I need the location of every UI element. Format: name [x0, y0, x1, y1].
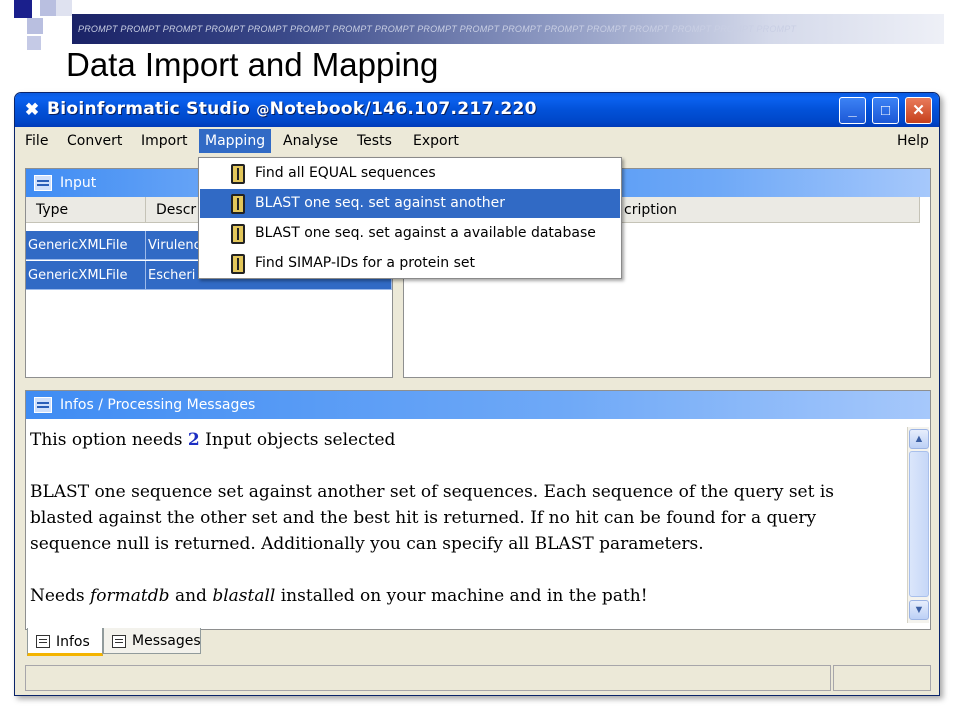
logo-square-light	[27, 18, 43, 34]
minimize-button[interactable]: _	[839, 97, 866, 124]
menu-item-label: Find SIMAP-IDs for a protein set	[255, 255, 475, 271]
infos-text-area[interactable]: This option needs 2 Input objects select…	[30, 427, 896, 623]
info-text: and	[174, 586, 207, 606]
menu-item-label: BLAST one seq. set against a available d…	[255, 225, 596, 241]
menu-export[interactable]: Export	[407, 129, 465, 153]
message-icon	[112, 635, 126, 648]
column-header-description[interactable]: cription	[614, 197, 920, 223]
titlebar[interactable]: ✖ Bioinformatic Studio @Notebook/146.107…	[15, 93, 939, 127]
app-name: Bioinformatic Studio	[47, 99, 251, 119]
info-text: This option needs	[30, 430, 183, 450]
slide-banner-text: PROMPT PROMPT PROMPT PROMPT PROMPT PROMP…	[78, 24, 797, 34]
tab-infos[interactable]: Infos	[27, 628, 103, 656]
tool-name: blastall	[212, 586, 276, 606]
menu-item-find-simap-ids[interactable]: Find SIMAP-IDs for a protein set	[200, 249, 620, 278]
slide-title: Data Import and Mapping	[66, 46, 439, 83]
tab-label: Infos	[56, 634, 90, 650]
tab-messages[interactable]: Messages	[103, 628, 201, 654]
info-text: Input objects selected	[205, 430, 396, 450]
menu-item-blast-against-database[interactable]: BLAST one seq. set against a available d…	[200, 219, 620, 248]
window-title: Bioinformatic Studio @Notebook/146.107.2…	[47, 99, 537, 119]
menu-import[interactable]: Import	[135, 129, 193, 153]
menu-item-label: BLAST one seq. set against another	[255, 195, 506, 211]
scroll-down-button[interactable]: ▼	[909, 600, 929, 620]
menu-item-blast-against-another[interactable]: BLAST one seq. set against another	[200, 189, 620, 218]
menu-file[interactable]: File	[19, 129, 54, 153]
vertical-scrollbar[interactable]: ▲ ▼	[907, 427, 929, 623]
list-icon	[36, 635, 50, 648]
mapping-menu-dropdown: Find all EQUAL sequences BLAST one seq. …	[198, 157, 622, 279]
blast-database-icon	[231, 224, 245, 244]
tab-label: Messages	[132, 633, 201, 649]
infos-panel-title: Infos / Processing Messages	[60, 397, 256, 413]
equal-sequences-icon	[231, 164, 245, 184]
menu-convert[interactable]: Convert	[61, 129, 128, 153]
input-panel-title: Input	[60, 175, 97, 191]
logo-square-mid	[56, 0, 72, 16]
simap-icon	[231, 254, 245, 274]
scroll-up-button[interactable]: ▲	[909, 429, 929, 449]
at-symbol: @	[256, 103, 270, 118]
infos-panel: Infos / Processing Messages This option …	[25, 390, 931, 630]
cell-type: GenericXMLFile	[26, 261, 146, 290]
logo-square-mid	[27, 36, 41, 50]
blast-icon	[231, 194, 245, 214]
info-line-dependencies: Needs formatdb and blastall installed on…	[30, 583, 896, 609]
cell-type: GenericXMLFile	[26, 231, 146, 260]
required-count: 2	[187, 430, 200, 450]
menu-help[interactable]: Help	[891, 129, 935, 153]
menu-item-find-equal-sequences[interactable]: Find all EQUAL sequences	[200, 159, 620, 188]
status-field-main	[25, 665, 831, 691]
tool-name: formatdb	[90, 586, 170, 606]
logo-square-light	[40, 0, 56, 16]
menu-item-label: Find all EQUAL sequences	[255, 165, 436, 181]
infos-panel-header: Infos / Processing Messages	[26, 391, 930, 419]
notebook-location: Notebook/146.107.217.220	[269, 99, 537, 119]
menubar: File Convert Import Mapping Analyse Test…	[15, 127, 939, 155]
info-text: Needs	[30, 586, 85, 606]
document-icon	[34, 397, 52, 413]
maximize-button[interactable]: □	[872, 97, 899, 124]
info-description: BLAST one sequence set against another s…	[30, 482, 835, 554]
menu-tests[interactable]: Tests	[351, 129, 398, 153]
status-bar	[25, 665, 931, 691]
info-line-requirement: This option needs 2 Input objects select…	[30, 427, 896, 453]
table-icon	[34, 175, 52, 191]
tools-icon: ✖	[24, 100, 40, 119]
column-header-type[interactable]: Type	[26, 197, 146, 223]
menu-mapping[interactable]: Mapping	[199, 129, 272, 153]
logo-square-dark	[14, 0, 32, 18]
info-text: installed on your machine and in the pat…	[280, 586, 648, 606]
scroll-thumb[interactable]	[909, 451, 929, 597]
menu-analyse[interactable]: Analyse	[277, 129, 344, 153]
close-button[interactable]: ✕	[905, 97, 932, 124]
status-field-secondary	[833, 665, 931, 691]
